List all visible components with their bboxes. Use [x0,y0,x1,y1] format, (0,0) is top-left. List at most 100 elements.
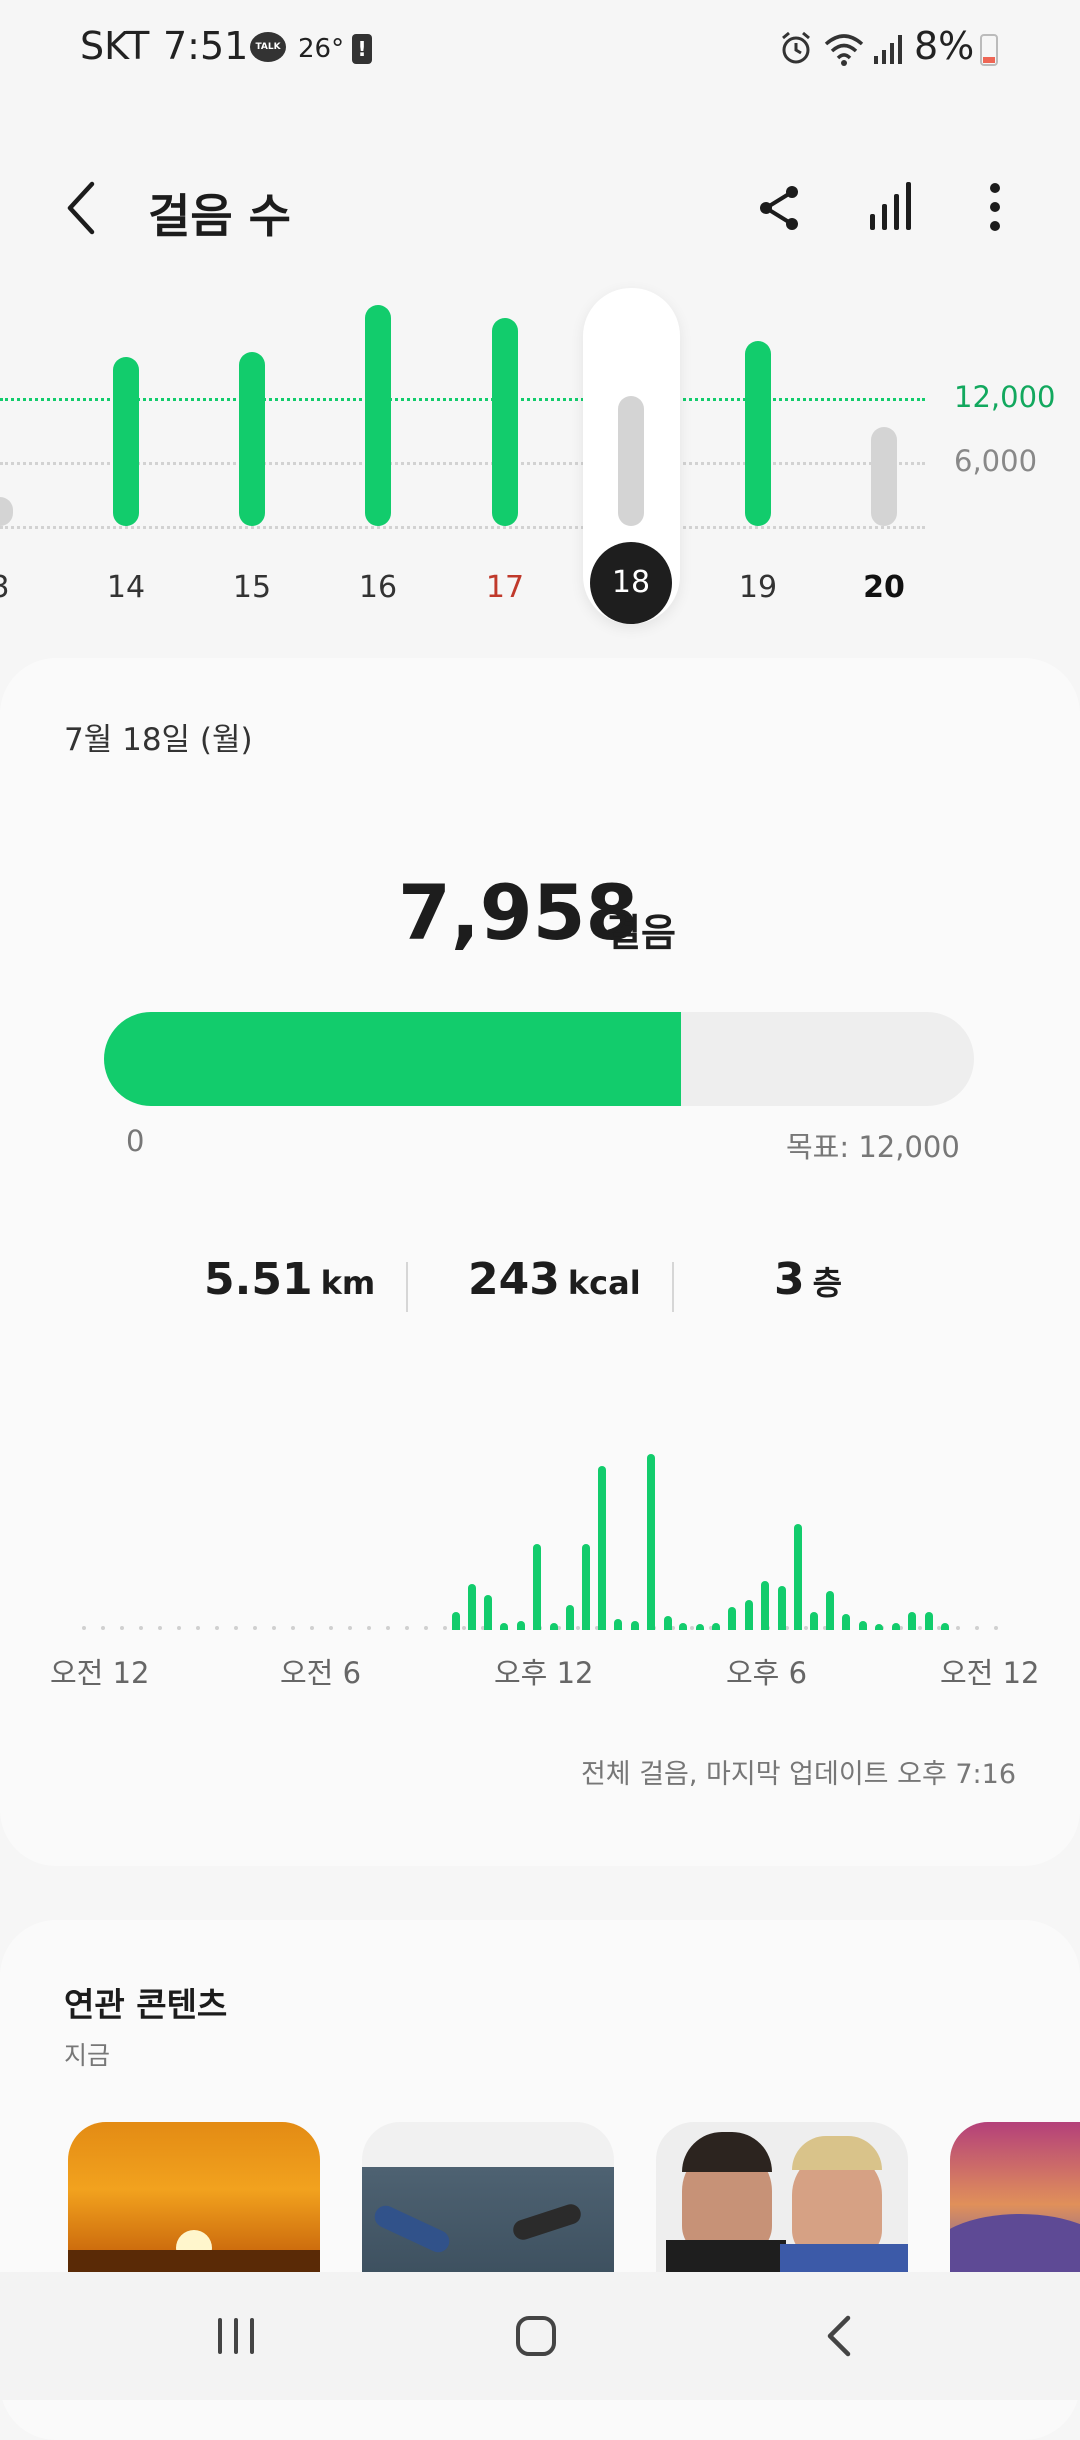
hourly-bar [744,1600,753,1630]
recent-apps-icon[interactable] [214,2314,258,2358]
distance-stat: 5.51 km [204,1254,375,1305]
alarm-icon [782,31,810,64]
day-bar-15[interactable] [239,351,265,526]
hourly-baseline-dot [253,1626,257,1630]
hourly-bar [516,1621,525,1630]
day-bar-20[interactable] [871,427,897,526]
hourly-baseline-dot [101,1626,105,1630]
hourly-bar [891,1622,900,1630]
hourly-bar [924,1612,933,1630]
day-label-19[interactable]: 19 [728,570,788,605]
baseline-gridline [0,526,925,529]
hourly-baseline-dot [918,1626,922,1630]
trainers-portrait-thumbnail[interactable] [656,2122,908,2272]
hourly-x-label: 오전 12 [50,1656,150,1690]
hourly-bar [598,1466,607,1630]
hourly-bar [940,1622,949,1630]
day-label-14[interactable]: 14 [96,570,156,605]
hourly-bar [614,1619,623,1630]
day-bar-16[interactable] [365,305,391,526]
last-update-note: 전체 걸음, 마지막 업데이트 오후 7:16 [580,1759,1016,1790]
day-bar-18[interactable] [618,396,644,526]
clock: 7:51 [163,24,249,68]
hourly-bar [842,1614,851,1630]
step-goal-progress-fill [104,1012,681,1106]
day-label-20[interactable]: 20 [854,570,914,605]
hourly-baseline-dot [82,1626,86,1630]
sunset-thumbnail[interactable] [68,2122,320,2272]
hourly-bar [826,1591,835,1630]
hourly-bar [452,1612,461,1630]
step-unit: 걸음 [606,911,676,955]
back-icon[interactable] [62,180,102,236]
hourly-steps-chart [0,1440,1080,1640]
day-label-17[interactable]: 17 [475,570,535,605]
mid-axis-label: 6,000 [954,444,1038,478]
day-label-16[interactable]: 16 [348,570,408,605]
hourly-baseline-dot [139,1626,143,1630]
hourly-bar [908,1612,917,1630]
hourly-baseline-dot [994,1626,998,1630]
wifi-icon [824,34,864,66]
hourly-bar [467,1584,476,1630]
day-label-3[interactable]: 3 [0,570,30,605]
hourly-x-label: 오전 6 [280,1656,362,1690]
page-title: 걸음 수 [148,189,291,243]
hourly-baseline-dot [272,1626,276,1630]
hourly-bar [549,1622,558,1630]
selected-date: 7월 18일 (월) [64,722,253,758]
hourly-bar [663,1615,672,1630]
share-icon[interactable] [756,182,804,234]
battery-icon [980,34,998,66]
bar-chart-icon[interactable] [866,180,916,232]
mountain-sunset-thumbnail[interactable] [950,2122,1080,2272]
hourly-x-label: 오전 12 [940,1656,1040,1690]
hourly-bar [581,1543,590,1630]
day-bar-3[interactable] [0,497,13,526]
hourly-bar [761,1580,770,1630]
hourly-baseline-dot [234,1626,238,1630]
more-icon[interactable] [980,180,1010,234]
battery-percent: 8% [914,24,975,68]
hourly-x-label: 오후 12 [494,1656,594,1690]
hourly-baseline-dot [804,1626,808,1630]
distance-value: 5.51 [204,1254,313,1305]
hourly-baseline-dot [975,1626,979,1630]
floors-value: 3 [774,1254,805,1305]
related-content-title: 연관 콘텐츠 [64,1985,228,2024]
hourly-baseline-dot [367,1626,371,1630]
hourly-baseline-dot [329,1626,333,1630]
hourly-baseline-dot [956,1626,960,1630]
calories-value: 243 [468,1254,560,1305]
calories-unit: kcal [567,1264,641,1302]
status-bar: SKT 7:51 TALK 26° ! 8% [0,0,1080,100]
hourly-baseline-dot [348,1626,352,1630]
hourly-baseline-dot [215,1626,219,1630]
hourly-bar [647,1454,656,1630]
hourly-bar [695,1624,704,1630]
alert-icon: ! [352,34,372,64]
weekly-steps-chart: 12,000 6,000 3 14 15 16 17 18 19 20 [0,288,1080,650]
floors-stat: 3층 [774,1254,842,1305]
progress-goal-label: 목표: 12,000 [786,1130,960,1164]
progress-min-label: 0 [126,1124,145,1158]
day-bar-19[interactable] [745,341,771,526]
hourly-bar [500,1622,509,1630]
hourly-bar [630,1621,639,1630]
selected-day-label[interactable]: 18 [590,542,672,624]
back-nav-icon[interactable] [822,2314,858,2358]
hourly-baseline-dot [424,1626,428,1630]
step-goal-progress [104,1012,974,1106]
floors-unit: 층 [812,1264,843,1302]
day-bar-14[interactable] [113,357,139,526]
day-label-15[interactable]: 15 [222,570,282,605]
navigation-bar [0,2272,1080,2400]
hourly-baseline-dot [177,1626,181,1630]
home-icon[interactable] [514,2314,558,2358]
hourly-bar [533,1543,542,1630]
stat-divider [406,1262,408,1312]
stat-divider [672,1262,674,1312]
workout-sofa-thumbnail[interactable] [362,2122,614,2272]
hourly-baseline-dot [291,1626,295,1630]
day-bar-17[interactable] [492,318,518,526]
